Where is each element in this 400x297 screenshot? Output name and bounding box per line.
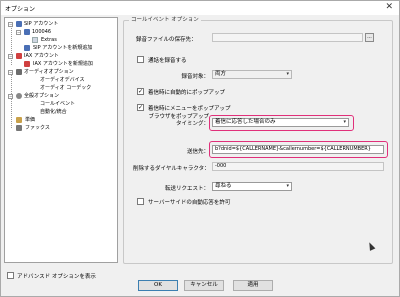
tree-item-automation[interactable]: 自動化/統合 (40, 109, 67, 116)
menu-popup-label: 着信時にメニューをポップアップ (148, 106, 231, 112)
audio-icon (16, 69, 22, 75)
iax-icon (16, 53, 22, 59)
browser-timing-select[interactable]: 着信に応答した場合のみ ▾ (212, 118, 349, 127)
record-calls-checkbox[interactable] (137, 56, 144, 63)
tree-item-audio-devices[interactable]: オーディオデバイス (40, 77, 85, 84)
gear-icon (16, 93, 22, 99)
cancel-button[interactable]: キャンセル (184, 280, 224, 291)
chevron-down-icon: ▾ (286, 71, 289, 77)
collapse-icon[interactable]: − (8, 22, 13, 27)
tree-line (11, 72, 12, 128)
phone-icon (16, 21, 22, 27)
transfer-select[interactable]: 尋ねる ▾ (212, 182, 292, 191)
chevron-down-icon: ▾ (286, 183, 289, 189)
advanced-options-checkbox[interactable] (7, 272, 14, 279)
browser-timing-label-line2: タイミング： (175, 121, 209, 127)
transfer-label: 転送リクエスト： (164, 186, 209, 192)
menu-popup-checkbox[interactable]: ✓ (137, 104, 144, 111)
phone-add-icon (24, 45, 30, 51)
fax-icon (16, 125, 22, 131)
strip-chars-label: 削除するダイヤルキャラクタ： (133, 166, 210, 172)
tree-item-audio-codecs[interactable]: オーディオ コーデック (40, 85, 91, 92)
browse-button[interactable]: ... (365, 33, 374, 42)
group-title: コールイベント オプション (129, 15, 201, 23)
phone-icon (24, 29, 30, 35)
ok-button[interactable]: OK (138, 280, 178, 291)
tree-line (11, 25, 12, 65)
auto-answer-label: サーバーサイドの自動応答を許可 (148, 200, 231, 206)
auto-answer-checkbox[interactable] (137, 198, 144, 205)
collapse-icon[interactable]: − (8, 70, 13, 75)
url-label: 送信先： (186, 149, 209, 155)
collapse-icon[interactable]: − (16, 30, 21, 35)
title-bar: オプション ✕ (1, 1, 399, 15)
popup-incoming-checkbox[interactable]: ✓ (137, 88, 144, 95)
window-title: オプション (5, 6, 36, 13)
tree-item-call-events[interactable]: コールイベント (40, 101, 75, 108)
apply-button[interactable]: 適用 (233, 280, 273, 291)
iax-add-icon (24, 61, 30, 67)
record-calls-label: 通話を録音する (148, 58, 187, 64)
record-target-select[interactable]: 両方 ▾ (212, 70, 292, 79)
collapse-icon[interactable]: − (8, 94, 13, 99)
strip-chars-input[interactable]: -000 (212, 162, 384, 171)
collapse-icon[interactable]: − (8, 54, 13, 59)
chevron-down-icon: ▾ (343, 119, 346, 125)
close-icon[interactable]: ✕ (385, 2, 393, 12)
advanced-options-label: アドバンスド オプションを表示 (17, 274, 96, 280)
record-target-label: 録音対象： (181, 74, 209, 80)
popup-incoming-label: 着信時に自動的にポップアップ (148, 90, 226, 96)
save-path-input[interactable] (212, 33, 363, 42)
page-icon (32, 37, 38, 43)
options-window: オプション ✕ − SIP アカウント − 100046 Extras SIP … (0, 0, 400, 297)
url-input[interactable]: b?dnid=${CALLERNAME}&callernumber=${CALL… (212, 145, 384, 154)
options-tree[interactable]: − SIP アカウント − 100046 Extras SIP アカウントを新規… (4, 17, 118, 263)
note-icon (16, 117, 22, 123)
save-path-label: 録音ファイルの保存先： (136, 37, 197, 43)
